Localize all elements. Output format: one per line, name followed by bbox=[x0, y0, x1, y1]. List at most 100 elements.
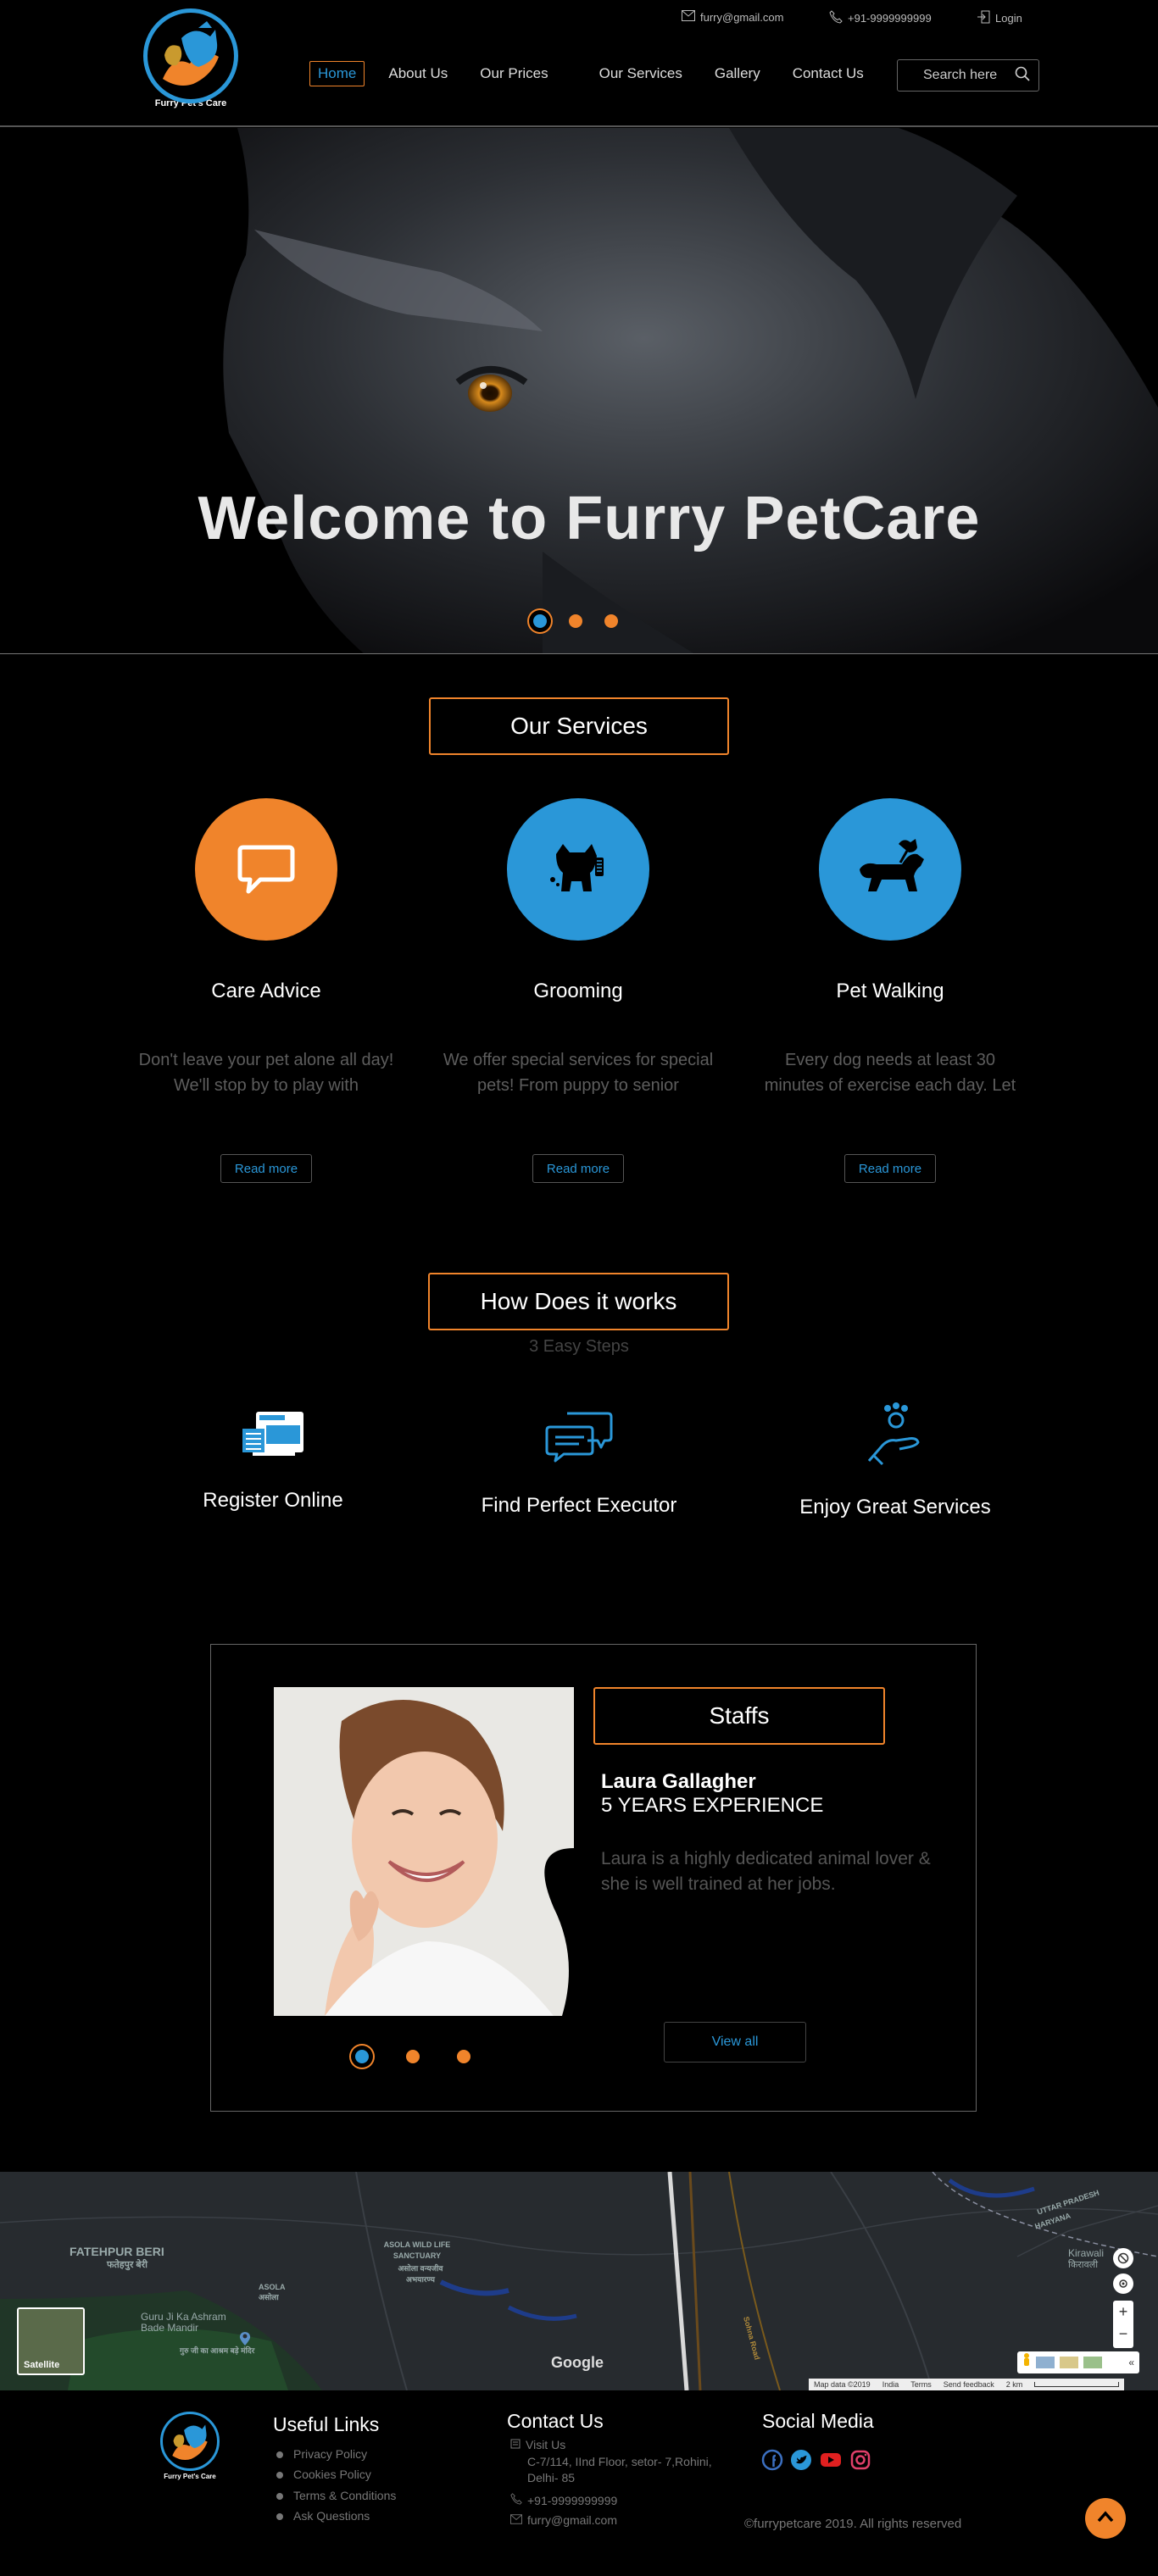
service-pet-walking: Pet Walking Every dog needs at least 30 … bbox=[746, 798, 1034, 1183]
map-label-fatehpur-hi: फतेहपुर बेरी bbox=[107, 2260, 148, 2270]
step-find-executor: Find Perfect Executor bbox=[426, 1410, 732, 1518]
satellite-toggle[interactable]: Satellite bbox=[17, 2307, 85, 2375]
map-pin-icon[interactable] bbox=[239, 2331, 251, 2351]
map-label-asola-wild-hi: असोला वन्यजीव अभयारण्य bbox=[398, 2264, 443, 2284]
footer-link-questions[interactable]: Ask Questions bbox=[276, 2509, 370, 2523]
instagram-icon[interactable] bbox=[849, 2449, 871, 2475]
footer-link-text: Ask Questions bbox=[293, 2509, 370, 2523]
nav-contact-us[interactable]: Contact Us bbox=[784, 61, 872, 86]
chat-bubble-icon bbox=[195, 798, 337, 941]
footer-link-text: Terms & Conditions bbox=[293, 2489, 397, 2502]
read-more-button[interactable]: Read more bbox=[220, 1154, 312, 1183]
staff-photo bbox=[274, 1687, 574, 2016]
map-feedback-link[interactable]: Send feedback bbox=[944, 2380, 994, 2389]
service-care-advice: Care Advice Don't leave your pet alone a… bbox=[122, 798, 410, 1183]
facebook-icon[interactable] bbox=[761, 2449, 783, 2475]
map-scale-bar bbox=[1034, 2382, 1120, 2387]
read-more-button[interactable]: Read more bbox=[532, 1154, 624, 1183]
footer-visit: Visit Us bbox=[510, 2437, 565, 2451]
visit-us-label: Visit Us bbox=[526, 2437, 566, 2451]
services-title: Our Services bbox=[429, 697, 729, 755]
zoom-out-icon[interactable]: − bbox=[1113, 2323, 1133, 2345]
location-icon bbox=[510, 2437, 521, 2451]
footer-phone[interactable]: +91-9999999999 bbox=[510, 2493, 617, 2507]
pegman-icon[interactable] bbox=[1022, 2352, 1031, 2373]
main-nav: Home About Us Our Prices Our Services Ga… bbox=[309, 61, 888, 86]
service-desc: Don't leave your pet alone all day! We'l… bbox=[138, 1051, 394, 1095]
login-icon bbox=[977, 10, 990, 26]
login-link[interactable]: Login bbox=[977, 10, 1022, 26]
nav-our-prices[interactable]: Our Prices bbox=[471, 61, 556, 86]
map-terms-link[interactable]: Terms bbox=[910, 2380, 932, 2389]
map-street-view-bar[interactable]: « bbox=[1017, 2351, 1139, 2373]
map-thumb-3-icon[interactable] bbox=[1083, 2357, 1102, 2368]
footer-social-title: Social Media bbox=[762, 2410, 874, 2432]
search-icon[interactable] bbox=[1015, 66, 1030, 86]
login-text: Login bbox=[995, 12, 1022, 25]
step-name: Find Perfect Executor bbox=[481, 1494, 677, 1517]
step-name: Enjoy Great Services bbox=[799, 1496, 991, 1518]
nav-about-us[interactable]: About Us bbox=[380, 61, 456, 86]
location-map[interactable]: FATEHPUR BERI फतेहपुर बेरी ASOLA WILD LI… bbox=[0, 2172, 1158, 2390]
staffs-title: Staffs bbox=[593, 1687, 885, 1745]
service-name: Care Advice bbox=[211, 980, 321, 1002]
expand-icon[interactable]: « bbox=[1128, 2357, 1134, 2368]
footer-links-title: Useful Links bbox=[273, 2413, 380, 2435]
topbar-email-text: furry@gmail.com bbox=[700, 10, 784, 24]
mail-icon bbox=[682, 10, 695, 24]
map-zoom-controls: + − bbox=[1113, 2301, 1133, 2348]
search-box bbox=[897, 59, 1039, 92]
map-thumb-1-icon[interactable] bbox=[1036, 2357, 1055, 2368]
hero-dot-1[interactable] bbox=[533, 614, 547, 628]
how-subtitle: 3 Easy Steps bbox=[529, 1337, 629, 1356]
footer-contact-title: Contact Us bbox=[507, 2410, 604, 2432]
map-label-fatehpur: FATEHPUR BERI bbox=[70, 2245, 164, 2258]
nav-gallery[interactable]: Gallery bbox=[706, 61, 769, 86]
hero-dot-2[interactable] bbox=[569, 614, 582, 628]
service-desc: We offer special services for special pe… bbox=[443, 1051, 714, 1095]
map-thumb-2-icon[interactable] bbox=[1060, 2357, 1078, 2368]
topbar-email[interactable]: furry@gmail.com bbox=[682, 10, 783, 24]
mail-icon bbox=[510, 2513, 522, 2527]
footer-email[interactable]: furry@gmail.com bbox=[510, 2513, 617, 2527]
step-enjoy-services: Enjoy Great Services bbox=[743, 1402, 1048, 1519]
nav-home[interactable]: Home bbox=[309, 61, 365, 86]
footer-link-terms[interactable]: Terms & Conditions bbox=[276, 2489, 396, 2502]
footer-link-privacy[interactable]: Privacy Policy bbox=[276, 2447, 367, 2461]
view-all-button[interactable]: View all bbox=[664, 2022, 806, 2062]
topbar-phone[interactable]: +91-9999999999 bbox=[829, 10, 932, 26]
twitter-icon[interactable] bbox=[790, 2449, 812, 2475]
staff-carousel-dots bbox=[355, 2050, 470, 2063]
brand-logo[interactable]: Furry Pet's Care bbox=[140, 8, 242, 117]
service-name: Grooming bbox=[533, 980, 623, 1002]
topbar-phone-text: +91-9999999999 bbox=[848, 12, 932, 25]
map-label-asola-wild: ASOLA WILD LIFE SANCTUARY bbox=[383, 2240, 451, 2260]
youtube-icon[interactable] bbox=[819, 2449, 843, 2475]
service-grooming: Grooming We offer special services for s… bbox=[434, 798, 722, 1183]
step-register: Register Online bbox=[120, 1410, 426, 1513]
footer-address: C-7/114, IInd Floor, setor- 7,Rohini, De… bbox=[527, 2455, 712, 2484]
dog-walking-icon bbox=[819, 798, 961, 941]
chevron-up-icon bbox=[1097, 2510, 1114, 2527]
footer-link-text: Privacy Policy bbox=[293, 2447, 368, 2461]
search-input[interactable] bbox=[921, 67, 1006, 84]
google-logo: Google bbox=[551, 2354, 604, 2371]
zoom-in-icon[interactable]: + bbox=[1113, 2301, 1133, 2323]
scroll-top-button[interactable] bbox=[1085, 2498, 1126, 2539]
chat-messages-icon bbox=[426, 1410, 732, 1468]
footer-logo[interactable]: Furry Pet's Care bbox=[154, 2412, 225, 2480]
bullet-icon bbox=[276, 2451, 283, 2459]
map-scale-text: 2 km bbox=[1005, 2380, 1023, 2389]
hero-title: Welcome to Furry PetCare bbox=[198, 485, 981, 552]
nav-our-services[interactable]: Our Services bbox=[591, 61, 691, 86]
satellite-label: Satellite bbox=[24, 2360, 60, 2370]
staff-dot-2[interactable] bbox=[406, 2050, 420, 2063]
map-ban-icon[interactable] bbox=[1113, 2248, 1133, 2268]
read-more-button[interactable]: Read more bbox=[844, 1154, 936, 1183]
map-locate-icon[interactable] bbox=[1113, 2273, 1133, 2294]
staff-dot-3[interactable] bbox=[457, 2050, 470, 2063]
footer-link-cookies[interactable]: Cookies Policy bbox=[276, 2468, 371, 2481]
paw-hand-icon bbox=[743, 1402, 1048, 1470]
hero-dot-3[interactable] bbox=[604, 614, 618, 628]
staff-dot-1[interactable] bbox=[355, 2050, 369, 2063]
